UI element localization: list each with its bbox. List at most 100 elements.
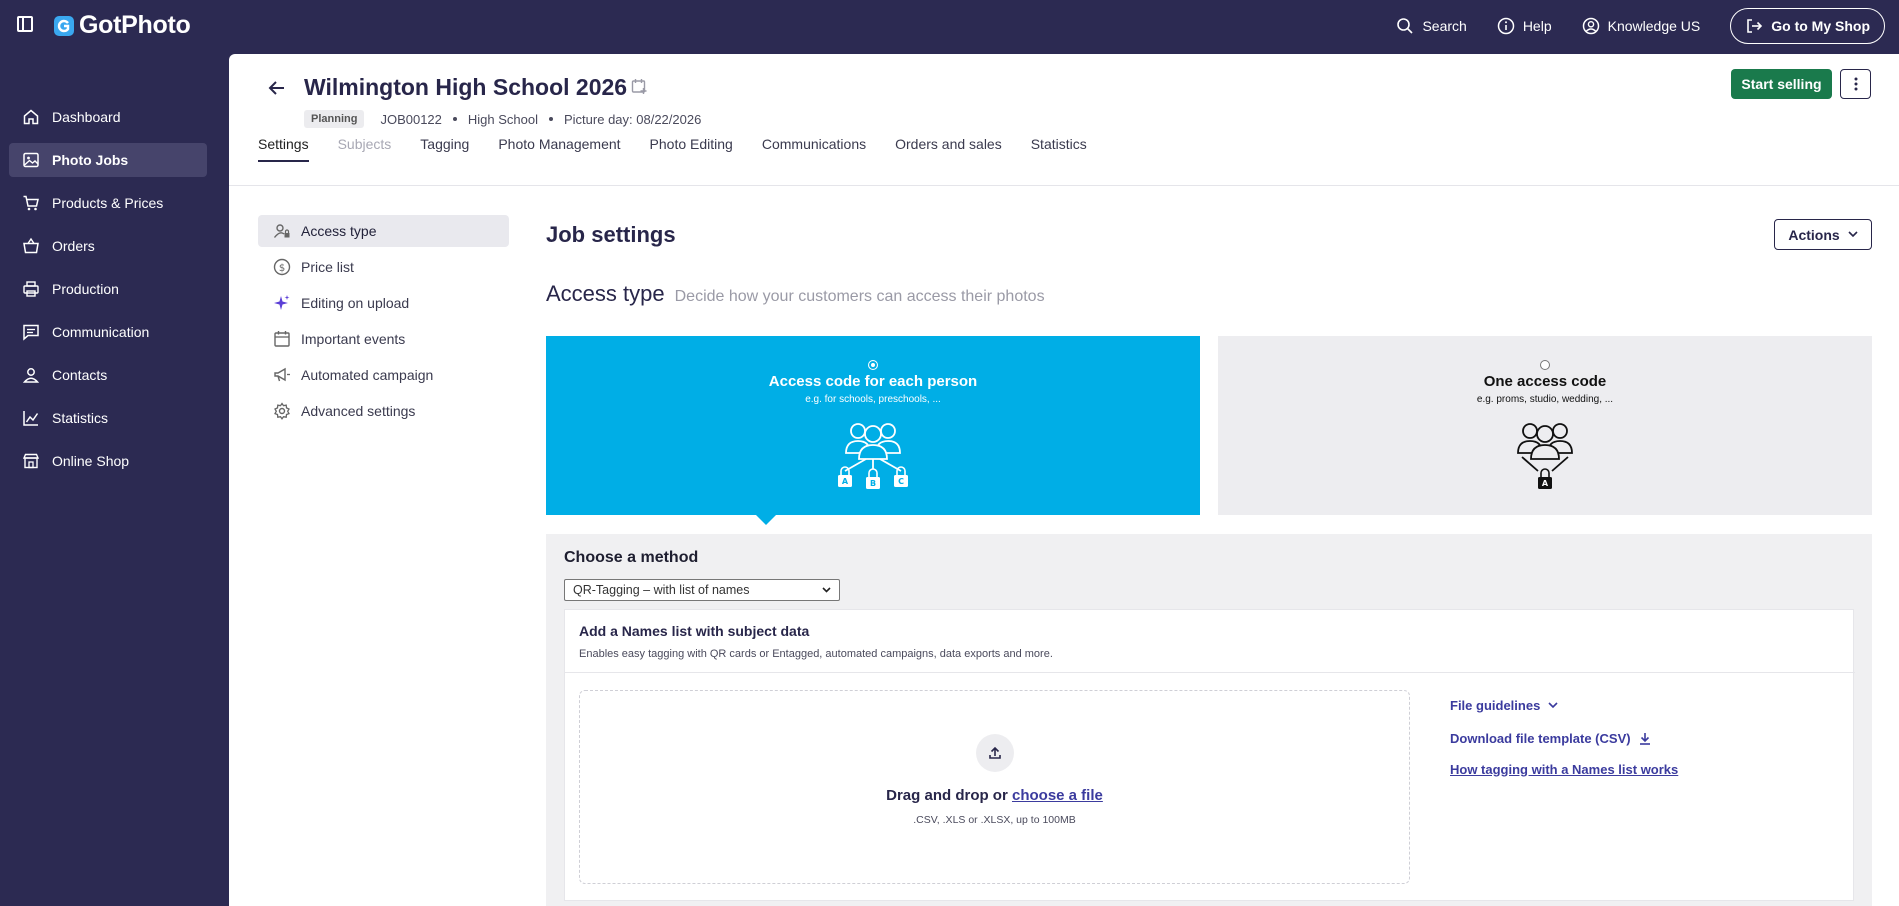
settings-nav-price-list[interactable]: $ Price list (258, 251, 509, 283)
account-button[interactable]: Knowledge US (1582, 17, 1701, 35)
method-select[interactable]: QR-Tagging – with list of names (564, 579, 840, 601)
sparkle-icon (274, 295, 290, 310)
chevron-down-icon (822, 587, 831, 593)
tab-photo-management[interactable]: Photo Management (498, 132, 620, 162)
lock-label: C (898, 477, 904, 486)
settings-nav-label: Important events (301, 331, 406, 347)
home-icon (23, 109, 39, 125)
job-type: High School (467, 111, 538, 127)
job-meta: Planning JOB00122 High School Picture da… (304, 110, 701, 128)
info-icon (1497, 17, 1515, 35)
sidebar-toggle-icon[interactable] (17, 16, 33, 32)
sidebar-item-statistics[interactable]: Statistics (9, 401, 207, 435)
download-template-link[interactable]: Download file template (CSV) (1450, 730, 1678, 746)
option-title: One access code (1483, 373, 1607, 390)
file-dropzone[interactable]: Drag and drop or choose a file .CSV, .XL… (579, 690, 1410, 884)
file-guidelines-toggle[interactable]: File guidelines (1450, 697, 1678, 713)
sidebar-item-online-shop[interactable]: Online Shop (9, 444, 207, 478)
file-guidelines-label: File guidelines (1450, 697, 1541, 713)
user-lock-icon (273, 224, 290, 238)
picture-day: Picture day: 08/22/2026 (564, 111, 702, 127)
sidebar-item-label: Photo Jobs (52, 152, 129, 168)
sidebar-item-label: Products & Prices (52, 195, 164, 211)
access-type-title: Access type (546, 281, 665, 306)
sidebar: Dashboard Photo Jobs Products & Prices O… (0, 54, 229, 906)
sidebar-item-orders[interactable]: Orders (9, 229, 207, 263)
dropzone-hint: .CSV, .XLS or .XLSX, up to 100MB (913, 814, 1076, 826)
group-individual-codes-icon: A B C (838, 423, 908, 489)
chart-icon (23, 411, 39, 426)
settings-nav-label: Editing on upload (301, 295, 410, 311)
help-button[interactable]: Help (1497, 17, 1552, 35)
settings-nav-important-events[interactable]: Important events (258, 323, 509, 355)
search-button[interactable]: Search (1396, 17, 1467, 35)
settings-nav-advanced-settings[interactable]: Advanced settings (258, 395, 509, 427)
person-icon (22, 368, 40, 383)
settings-nav-editing-on-upload[interactable]: Editing on upload (258, 287, 509, 319)
account-label: Knowledge US (1607, 18, 1701, 34)
tab-settings[interactable]: Settings (258, 132, 309, 162)
choose-file-link[interactable]: choose a file (1012, 787, 1103, 804)
download-icon (1639, 732, 1650, 745)
names-list-title: Add a Names list with subject data (579, 623, 810, 639)
tab-orders-sales[interactable]: Orders and sales (895, 132, 1002, 162)
go-to-shop-button[interactable]: Go to My Shop (1730, 8, 1885, 44)
how-tagging-works-link[interactable]: How tagging with a Names list works (1450, 761, 1678, 777)
actions-dropdown[interactable]: Actions (1774, 219, 1872, 250)
user-circle-icon (1582, 17, 1599, 35)
access-option-per-person[interactable]: Access code for each person e.g. for sch… (546, 336, 1200, 515)
search-icon (1397, 18, 1414, 34)
sidebar-item-photo-jobs[interactable]: Photo Jobs (9, 143, 207, 177)
radio-unselected[interactable] (1540, 360, 1550, 370)
image-icon (23, 152, 39, 168)
sidebar-item-production[interactable]: Production (9, 272, 207, 306)
tab-communications[interactable]: Communications (762, 132, 866, 162)
sidebar-item-communication[interactable]: Communication (9, 315, 207, 349)
calendar-icon (274, 331, 290, 347)
dropzone-text: Drag and drop or (886, 787, 1008, 804)
settings-nav-access-type[interactable]: Access type (258, 215, 509, 247)
sidebar-item-label: Online Shop (52, 453, 130, 469)
gotphoto-logo-icon (54, 15, 74, 36)
option-title: Access code for each person (768, 373, 978, 390)
separator-dot (549, 117, 553, 121)
search-label: Search (1422, 18, 1467, 34)
tab-subjects[interactable]: Subjects (338, 132, 392, 162)
chevron-down-icon (1548, 701, 1558, 708)
tab-tagging[interactable]: Tagging (420, 132, 469, 162)
access-type-heading: Access type Decide how your customers ca… (546, 281, 1045, 307)
sidebar-item-label: Statistics (52, 410, 109, 426)
settings-nav-label: Access type (301, 223, 377, 239)
printer-icon (23, 281, 39, 297)
option-subtitle: e.g. proms, studio, wedding, ... (1476, 394, 1614, 405)
calendar-plus-icon[interactable] (631, 78, 648, 95)
cart-icon (23, 195, 39, 211)
more-options-button[interactable] (1840, 69, 1871, 99)
radio-selected[interactable] (868, 360, 878, 370)
names-list-description: Enables easy tagging with QR cards or En… (579, 648, 1053, 660)
separator-dot (452, 117, 457, 121)
help-links: File guidelines Download file template (… (1450, 697, 1678, 777)
sidebar-item-dashboard[interactable]: Dashboard (9, 100, 207, 134)
settings-nav-automated-campaign[interactable]: Automated campaign (258, 359, 509, 391)
group-single-code-icon: A (1517, 423, 1573, 489)
sidebar-item-label: Communication (52, 324, 150, 340)
kebab-icon (1854, 77, 1857, 91)
lock-label: A (1542, 479, 1549, 488)
back-arrow-icon[interactable] (267, 78, 287, 98)
access-option-single-code[interactable]: One access code e.g. proms, studio, wedd… (1218, 336, 1872, 515)
main-content: Wilmington High School 2026 Planning JOB… (229, 54, 1899, 906)
access-type-subtitle: Decide how your customers can access the… (674, 288, 1045, 305)
start-selling-button[interactable]: Start selling (1731, 69, 1832, 99)
sidebar-item-contacts[interactable]: Contacts (9, 358, 207, 392)
tab-photo-editing[interactable]: Photo Editing (650, 132, 733, 162)
svg-text:$: $ (279, 263, 285, 274)
actions-label: Actions (1788, 226, 1840, 243)
status-badge: Planning (304, 110, 365, 128)
sidebar-item-products-prices[interactable]: Products & Prices (9, 186, 207, 220)
brand-logo[interactable]: GotPhoto (53, 11, 191, 40)
store-icon (22, 453, 40, 469)
go-to-shop-label: Go to My Shop (1771, 18, 1870, 34)
tab-statistics[interactable]: Statistics (1031, 132, 1087, 162)
method-select-value: QR-Tagging – with list of names (573, 583, 750, 597)
